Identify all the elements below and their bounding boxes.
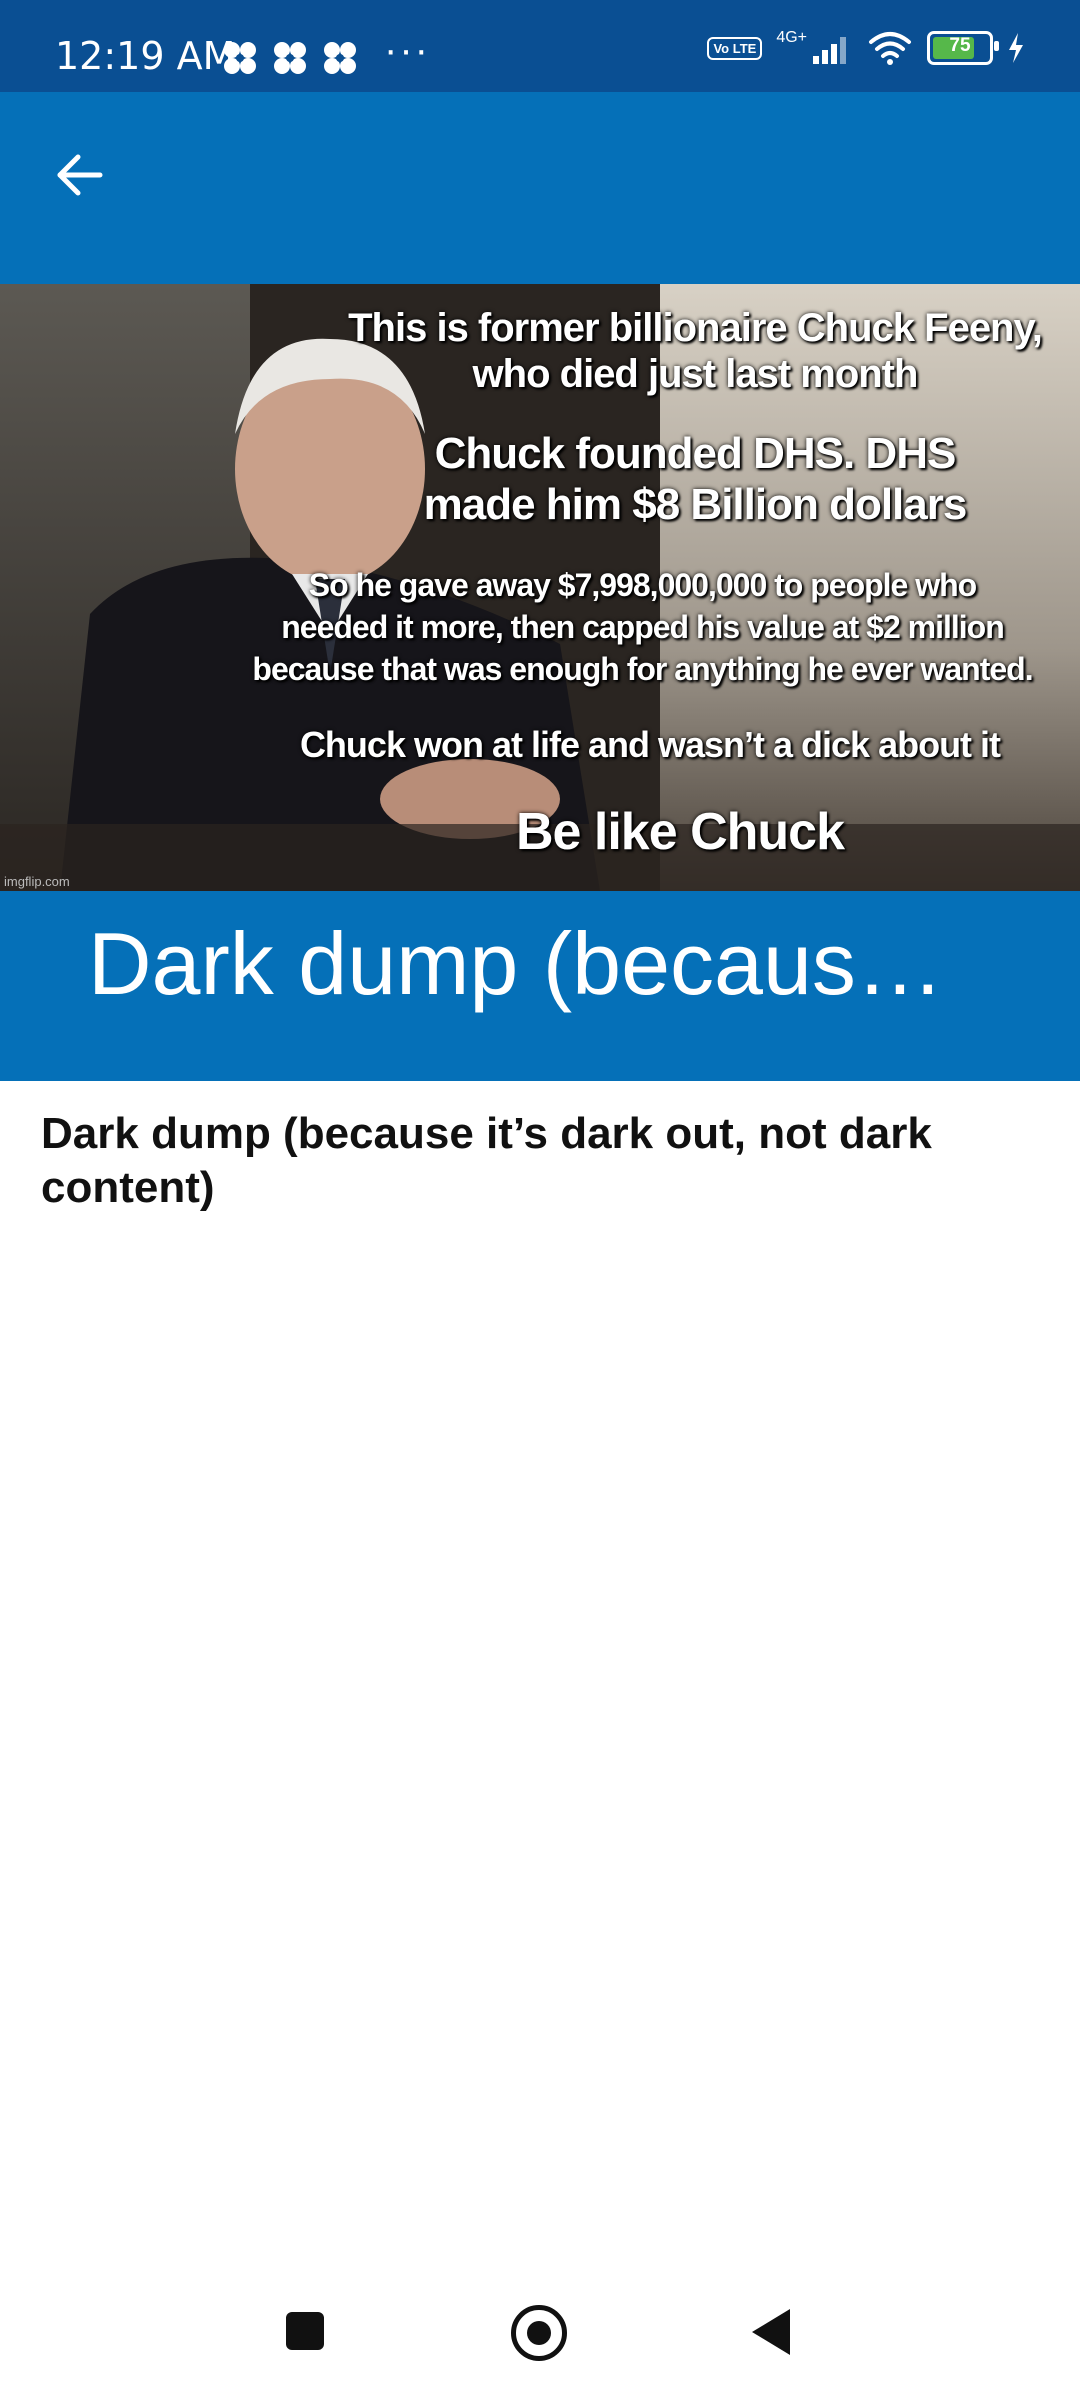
meme-line-1: This is former billionaire Chuck Feeny,: [348, 306, 1043, 350]
fan-icon: [274, 42, 306, 74]
image-watermark: imgflip.com: [4, 874, 70, 889]
status-time: 12:19 AM: [55, 34, 236, 78]
network-type: 4G+: [776, 29, 807, 46]
meme-line-6: needed it more, then capped his value at…: [281, 609, 1005, 645]
post-title: Dark dump (because it’s dark out, not da…: [41, 1109, 932, 1212]
fan-icon: [324, 42, 356, 74]
meme-line-3: Chuck founded DHS. DHS: [434, 429, 957, 478]
home-dot: [527, 2321, 551, 2345]
collapsed-title: Dark dump (because it’s dark out, not da…: [88, 914, 988, 1013]
meme-line-9: Be like Chuck: [515, 803, 845, 861]
arrow-left-icon: [57, 154, 103, 196]
fan-icon: [224, 42, 256, 74]
square-recent-apps-icon[interactable]: [286, 2312, 324, 2350]
notification-icons: [222, 40, 358, 76]
battery-tip: [994, 41, 999, 51]
back-button[interactable]: [44, 140, 114, 210]
wifi-icon: [869, 32, 911, 65]
meme-line-7: because that was enough for anything he …: [252, 651, 1033, 687]
signal-icon: [813, 37, 846, 64]
meme-line-2: who died just last month: [472, 352, 919, 396]
app-bar: [0, 92, 1080, 284]
circle-home-icon[interactable]: [511, 2305, 567, 2361]
triangle-back-icon[interactable]: [752, 2309, 790, 2355]
battery-icon: 75: [927, 31, 999, 65]
meme-line-4: made him $8 Billion dollars: [423, 480, 968, 529]
status-bar: 12:19 AM ··· Vo LTE 4G+ 75: [0, 0, 1080, 92]
meme-line-5: So he gave away $7,998,000,000 to people…: [308, 567, 977, 603]
status-indicators: Vo LTE 4G+ 75: [707, 29, 1025, 66]
more-notifications-icon: ···: [384, 28, 430, 72]
post-image[interactable]: This is former billionaire Chuck Feeny, …: [0, 284, 1080, 891]
volte-icon: Vo LTE: [707, 36, 763, 60]
charging-icon: [1009, 33, 1023, 63]
battery-level: 75: [949, 35, 971, 56]
title-band: Dark dump (because it’s dark out, not da…: [0, 891, 1080, 1081]
meme-line-8: Chuck won at life and wasn’t a dick abou…: [299, 724, 1001, 765]
